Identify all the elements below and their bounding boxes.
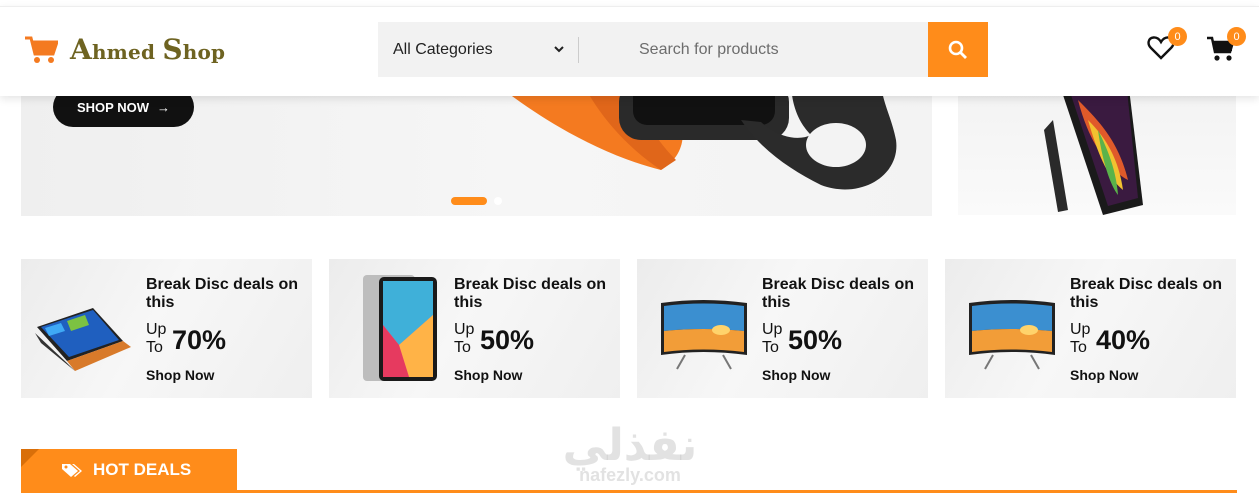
laptop-image	[35, 308, 131, 371]
slider-dot[interactable]	[494, 197, 502, 205]
cart-count-badge: 0	[1227, 27, 1246, 46]
wishlist-button[interactable]: 0	[1147, 27, 1187, 65]
tv-image	[969, 300, 1055, 370]
promo-upto: Up To	[454, 321, 475, 356]
page: SHOP NOW → Ahmed Shop All Categories Sea…	[0, 0, 1259, 504]
promo-percent: 40%	[1096, 325, 1151, 355]
search-bar: All Categories	[378, 22, 988, 77]
promo-card[interactable]: Break Disc deals on this Up To 40% Shop N…	[945, 259, 1236, 398]
promo-percent: 50%	[788, 325, 843, 355]
tv-image	[661, 300, 747, 370]
shop-now-label: SHOP NOW	[77, 99, 149, 115]
chevron-down-icon	[554, 46, 564, 53]
promo-card[interactable]: Break Disc deals on this Up To 70% Shop N…	[21, 259, 312, 398]
brand-logo[interactable]: Ahmed Shop	[24, 33, 225, 66]
cart-button[interactable]: 0	[1206, 27, 1246, 65]
promo-card[interactable]: Break Disc deals on this Up To 50% Shop N…	[637, 259, 928, 398]
brand-name: Ahmed Shop	[70, 33, 226, 66]
site-header: Ahmed Shop All Categories 0	[0, 6, 1259, 96]
tablet-image	[363, 275, 437, 381]
promo-upto: Up To	[762, 321, 783, 356]
slider-dot-active[interactable]	[451, 197, 487, 205]
promo-title: Break Disc deals on this	[762, 276, 915, 311]
hot-deals-tab[interactable]: HOT DEALS	[21, 449, 237, 491]
shop-now-link[interactable]: Shop Now	[454, 367, 522, 383]
section-underline	[21, 490, 1237, 493]
promo-title: Break Disc deals on this	[146, 276, 299, 311]
shop-now-link[interactable]: Shop Now	[146, 367, 214, 383]
promo-upto: Up To	[146, 321, 167, 356]
shop-now-link[interactable]: Shop Now	[762, 367, 830, 383]
watermark: نفذلي nafezly.com	[562, 420, 698, 485]
promo-percent: 70%	[172, 325, 227, 355]
category-select[interactable]: All Categories	[378, 22, 578, 77]
cart-logo-icon	[25, 36, 58, 63]
search-input[interactable]	[579, 22, 928, 77]
tab-fold	[21, 449, 39, 467]
promo-percent: 50%	[480, 325, 535, 355]
search-button[interactable]	[928, 22, 988, 77]
arrow-right-icon: →	[157, 99, 170, 115]
tags-icon	[62, 464, 82, 477]
promo-upto: Up To	[1070, 321, 1091, 356]
promo-card[interactable]: Break Disc deals on this Up To 50% Shop N…	[329, 259, 620, 398]
hot-deals-label: HOT DEALS	[93, 460, 192, 479]
promo-title: Break Disc deals on this	[454, 276, 607, 311]
search-icon	[948, 40, 967, 59]
category-label: All Categories	[393, 40, 493, 58]
wishlist-count-badge: 0	[1168, 27, 1187, 46]
promo-title: Break Disc deals on this	[1070, 276, 1223, 311]
shop-now-link[interactable]: Shop Now	[1070, 367, 1138, 383]
